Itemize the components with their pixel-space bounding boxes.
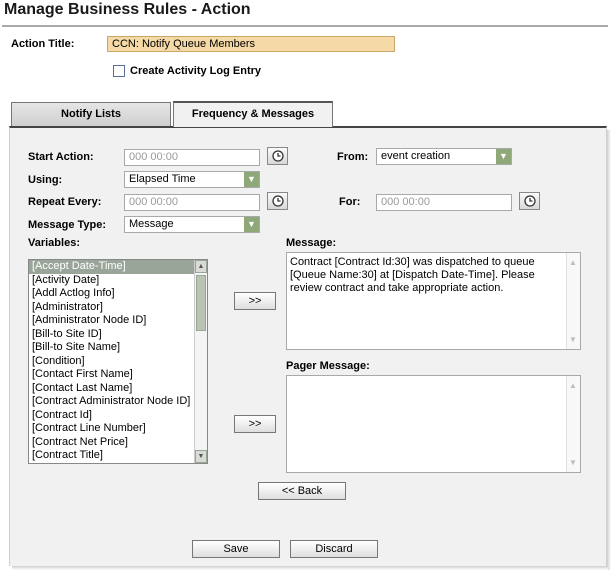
insert-message-button[interactable]: >>	[234, 292, 276, 310]
variable-item[interactable]: [Bill-to Site ID]	[29, 328, 207, 342]
variable-item[interactable]: [Contact Last Name]	[29, 382, 207, 396]
repeat-every-input[interactable]: 000 00:00	[124, 194, 260, 211]
variable-item[interactable]: [Contract Title]	[29, 449, 207, 463]
variable-item[interactable]: [Condition]	[29, 355, 207, 369]
variable-item[interactable]: [Contract Administrator Node ID]	[29, 395, 207, 409]
variable-item[interactable]: [Contact First Name]	[29, 368, 207, 382]
pager-message-scrollbar[interactable]: ▲ ▼	[566, 376, 580, 472]
chevron-down-icon: ▼	[244, 217, 259, 232]
message-scrollbar[interactable]: ▲ ▼	[566, 253, 580, 349]
using-label: Using:	[28, 174, 63, 186]
start-action-clock-button[interactable]	[267, 147, 288, 165]
variable-item[interactable]: [Contract Id]	[29, 409, 207, 423]
variables-list: [Accept Date-Time] [Activity Date] [Addl A…	[29, 260, 207, 463]
activity-log-label[interactable]: Create Activity Log Entry	[130, 65, 261, 77]
chevron-down-icon: ▼	[496, 149, 511, 164]
discard-button[interactable]: Discard	[290, 540, 378, 558]
clock-icon	[523, 195, 536, 207]
scroll-down-icon[interactable]: ▼	[195, 450, 207, 463]
variable-item[interactable]: [Contract Line Number]	[29, 422, 207, 436]
message-type-value: Message	[129, 218, 174, 230]
page-title: Manage Business Rules - Action	[4, 1, 251, 18]
repeat-every-clock-button[interactable]	[267, 192, 288, 210]
variable-item[interactable]: [Administrator]	[29, 301, 207, 315]
pager-message-textarea[interactable]: ▲ ▼	[286, 375, 581, 473]
variable-item[interactable]: [Accept Date-Time]	[29, 260, 207, 274]
message-type-label: Message Type:	[28, 219, 107, 231]
start-action-input[interactable]: 000 00:00	[124, 149, 260, 166]
scroll-down-icon[interactable]: ▼	[569, 456, 577, 469]
message-label: Message:	[286, 237, 337, 249]
variable-item[interactable]: [Bill-to Site Name]	[29, 341, 207, 355]
from-select[interactable]: event creation ▼	[376, 148, 512, 165]
message-textarea[interactable]: Contract [Contract Id:30] was dispatched…	[286, 252, 581, 350]
clock-icon	[271, 195, 284, 207]
variable-item[interactable]: [Addl Actlog Info]	[29, 287, 207, 301]
header-divider	[2, 25, 608, 27]
activity-log-checkbox[interactable]	[113, 65, 125, 77]
variables-listbox[interactable]: [Accept Date-Time] [Activity Date] [Addl A…	[28, 259, 208, 464]
clock-icon	[271, 150, 284, 162]
save-button[interactable]: Save	[192, 540, 280, 558]
from-label: From:	[337, 151, 369, 163]
tab-notify-lists[interactable]: Notify Lists	[11, 102, 171, 126]
scroll-up-icon[interactable]: ▲	[569, 256, 577, 269]
start-action-label: Start Action:	[28, 151, 94, 163]
scroll-thumb[interactable]	[196, 275, 206, 331]
using-select-value: Elapsed Time	[129, 173, 196, 185]
variable-item[interactable]: [Activity Date]	[29, 274, 207, 288]
back-button[interactable]: << Back	[258, 482, 346, 500]
panel-shadow-right	[607, 130, 611, 570]
repeat-every-label: Repeat Every:	[28, 196, 102, 208]
message-type-select[interactable]: Message ▼	[124, 216, 260, 233]
variables-scrollbar[interactable]: ▲ ▼	[194, 260, 207, 463]
action-title-input[interactable]: CCN: Notify Queue Members	[107, 36, 395, 52]
variables-label: Variables:	[28, 237, 80, 249]
action-title-label: Action Title:	[11, 38, 75, 50]
for-input[interactable]: 000 00:00	[376, 194, 512, 211]
tab-frequency-messages[interactable]: Frequency & Messages	[173, 101, 333, 127]
panel-shadow-bottom	[12, 566, 608, 570]
pager-message-label: Pager Message:	[286, 360, 370, 372]
variable-item[interactable]: [Contract Net Price]	[29, 436, 207, 450]
variable-item[interactable]: [Administrator Node ID]	[29, 314, 207, 328]
chevron-down-icon: ▼	[244, 172, 259, 187]
insert-pager-button[interactable]: >>	[234, 415, 276, 433]
scroll-up-icon[interactable]: ▲	[569, 379, 577, 392]
for-label: For:	[339, 196, 361, 208]
using-select[interactable]: Elapsed Time ▼	[124, 171, 260, 188]
scroll-up-icon[interactable]: ▲	[195, 260, 207, 273]
message-text: Contract [Contract Id:30] was dispatched…	[290, 256, 535, 294]
for-clock-button[interactable]	[519, 192, 540, 210]
from-select-value: event creation	[381, 150, 451, 162]
scroll-down-icon[interactable]: ▼	[569, 333, 577, 346]
